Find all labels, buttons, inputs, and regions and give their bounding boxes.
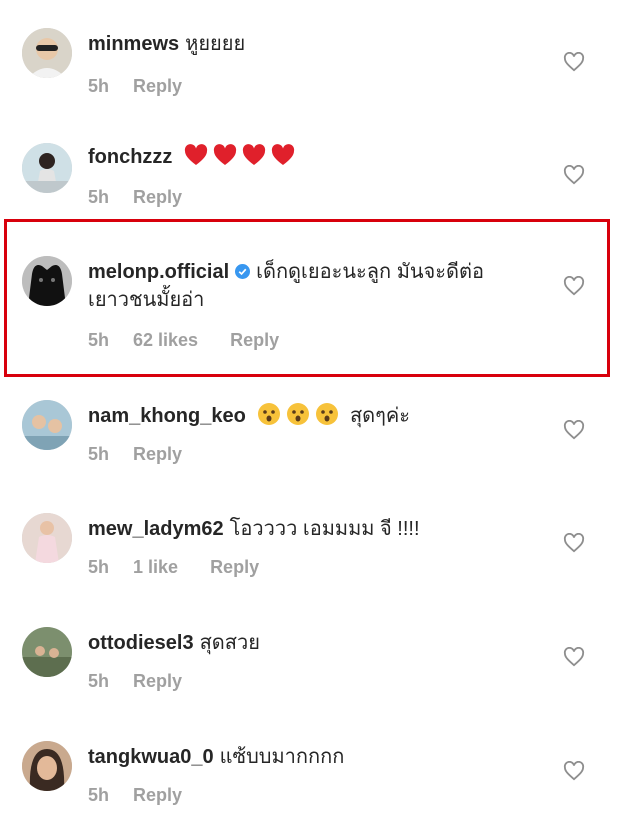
comment-time: 5h [88,76,110,96]
heart-icon[interactable] [563,647,585,667]
heart-icon[interactable] [563,276,585,296]
astonished-face-emoji-icon [287,403,310,425]
heart-icon[interactable] [563,761,585,781]
comment-time: 5h [88,187,110,207]
likes-count[interactable]: 62 likes [133,330,198,350]
comment-text: เด็กดูเยอะนะลูก มันจะดีต่อ [256,261,484,283]
avatar[interactable] [22,513,72,563]
avatar[interactable] [22,400,72,450]
heart-emoji-group [178,144,300,168]
comment-username[interactable]: minmews [88,33,179,55]
comment-username[interactable]: tangkwua0_0 [88,746,214,768]
heart-icon[interactable] [563,165,585,185]
avatar[interactable] [22,627,72,677]
avatar[interactable] [22,256,72,306]
avatar[interactable] [22,143,72,193]
comment-text: สุดๆค่ะ [349,405,411,427]
comment-username[interactable]: mew_ladym62 [88,518,224,540]
verified-badge-icon [235,264,251,279]
reply-button[interactable]: Reply [133,76,182,96]
comment-username[interactable]: fonchzzz [88,146,172,168]
astonished-face-emoji-icon [258,403,281,425]
reply-button[interactable]: Reply [230,330,279,350]
comment-text: หูยยยย [185,33,246,55]
comment-text: แซ้บบมากกกก [219,746,345,768]
avatar[interactable] [22,741,72,791]
comment-time: 5h [88,444,110,464]
heart-emoji-icon [184,144,208,165]
comment-username[interactable]: melonp.official [88,261,229,283]
comment-username[interactable]: ottodiesel3 [88,632,194,654]
reply-button[interactable]: Reply [210,557,259,577]
astonished-emoji-group [252,403,350,427]
heart-icon[interactable] [563,533,585,553]
comment-time: 5h [88,330,110,350]
heart-icon[interactable] [563,420,585,440]
heart-icon[interactable] [563,52,585,72]
comment-text: สุดสวย [199,632,260,654]
heart-emoji-icon [271,144,295,165]
reply-button[interactable]: Reply [133,444,182,464]
avatar[interactable] [22,28,72,78]
comment-text: โอวววว เอมมมม จี !!!! [229,518,420,540]
comment-text-continued: เยาวชนมั้ยอ่า [88,289,205,311]
reply-button[interactable]: Reply [133,187,182,207]
likes-count[interactable]: 1 like [133,557,178,577]
comment-time: 5h [88,557,110,577]
reply-button[interactable]: Reply [133,785,182,805]
astonished-face-emoji-icon [316,403,339,425]
reply-button[interactable]: Reply [133,671,182,691]
heart-emoji-icon [242,144,266,165]
comment-time: 5h [88,785,110,805]
comment-time: 5h [88,671,110,691]
comment-username[interactable]: nam_khong_keo [88,405,246,427]
heart-emoji-icon [213,144,237,165]
